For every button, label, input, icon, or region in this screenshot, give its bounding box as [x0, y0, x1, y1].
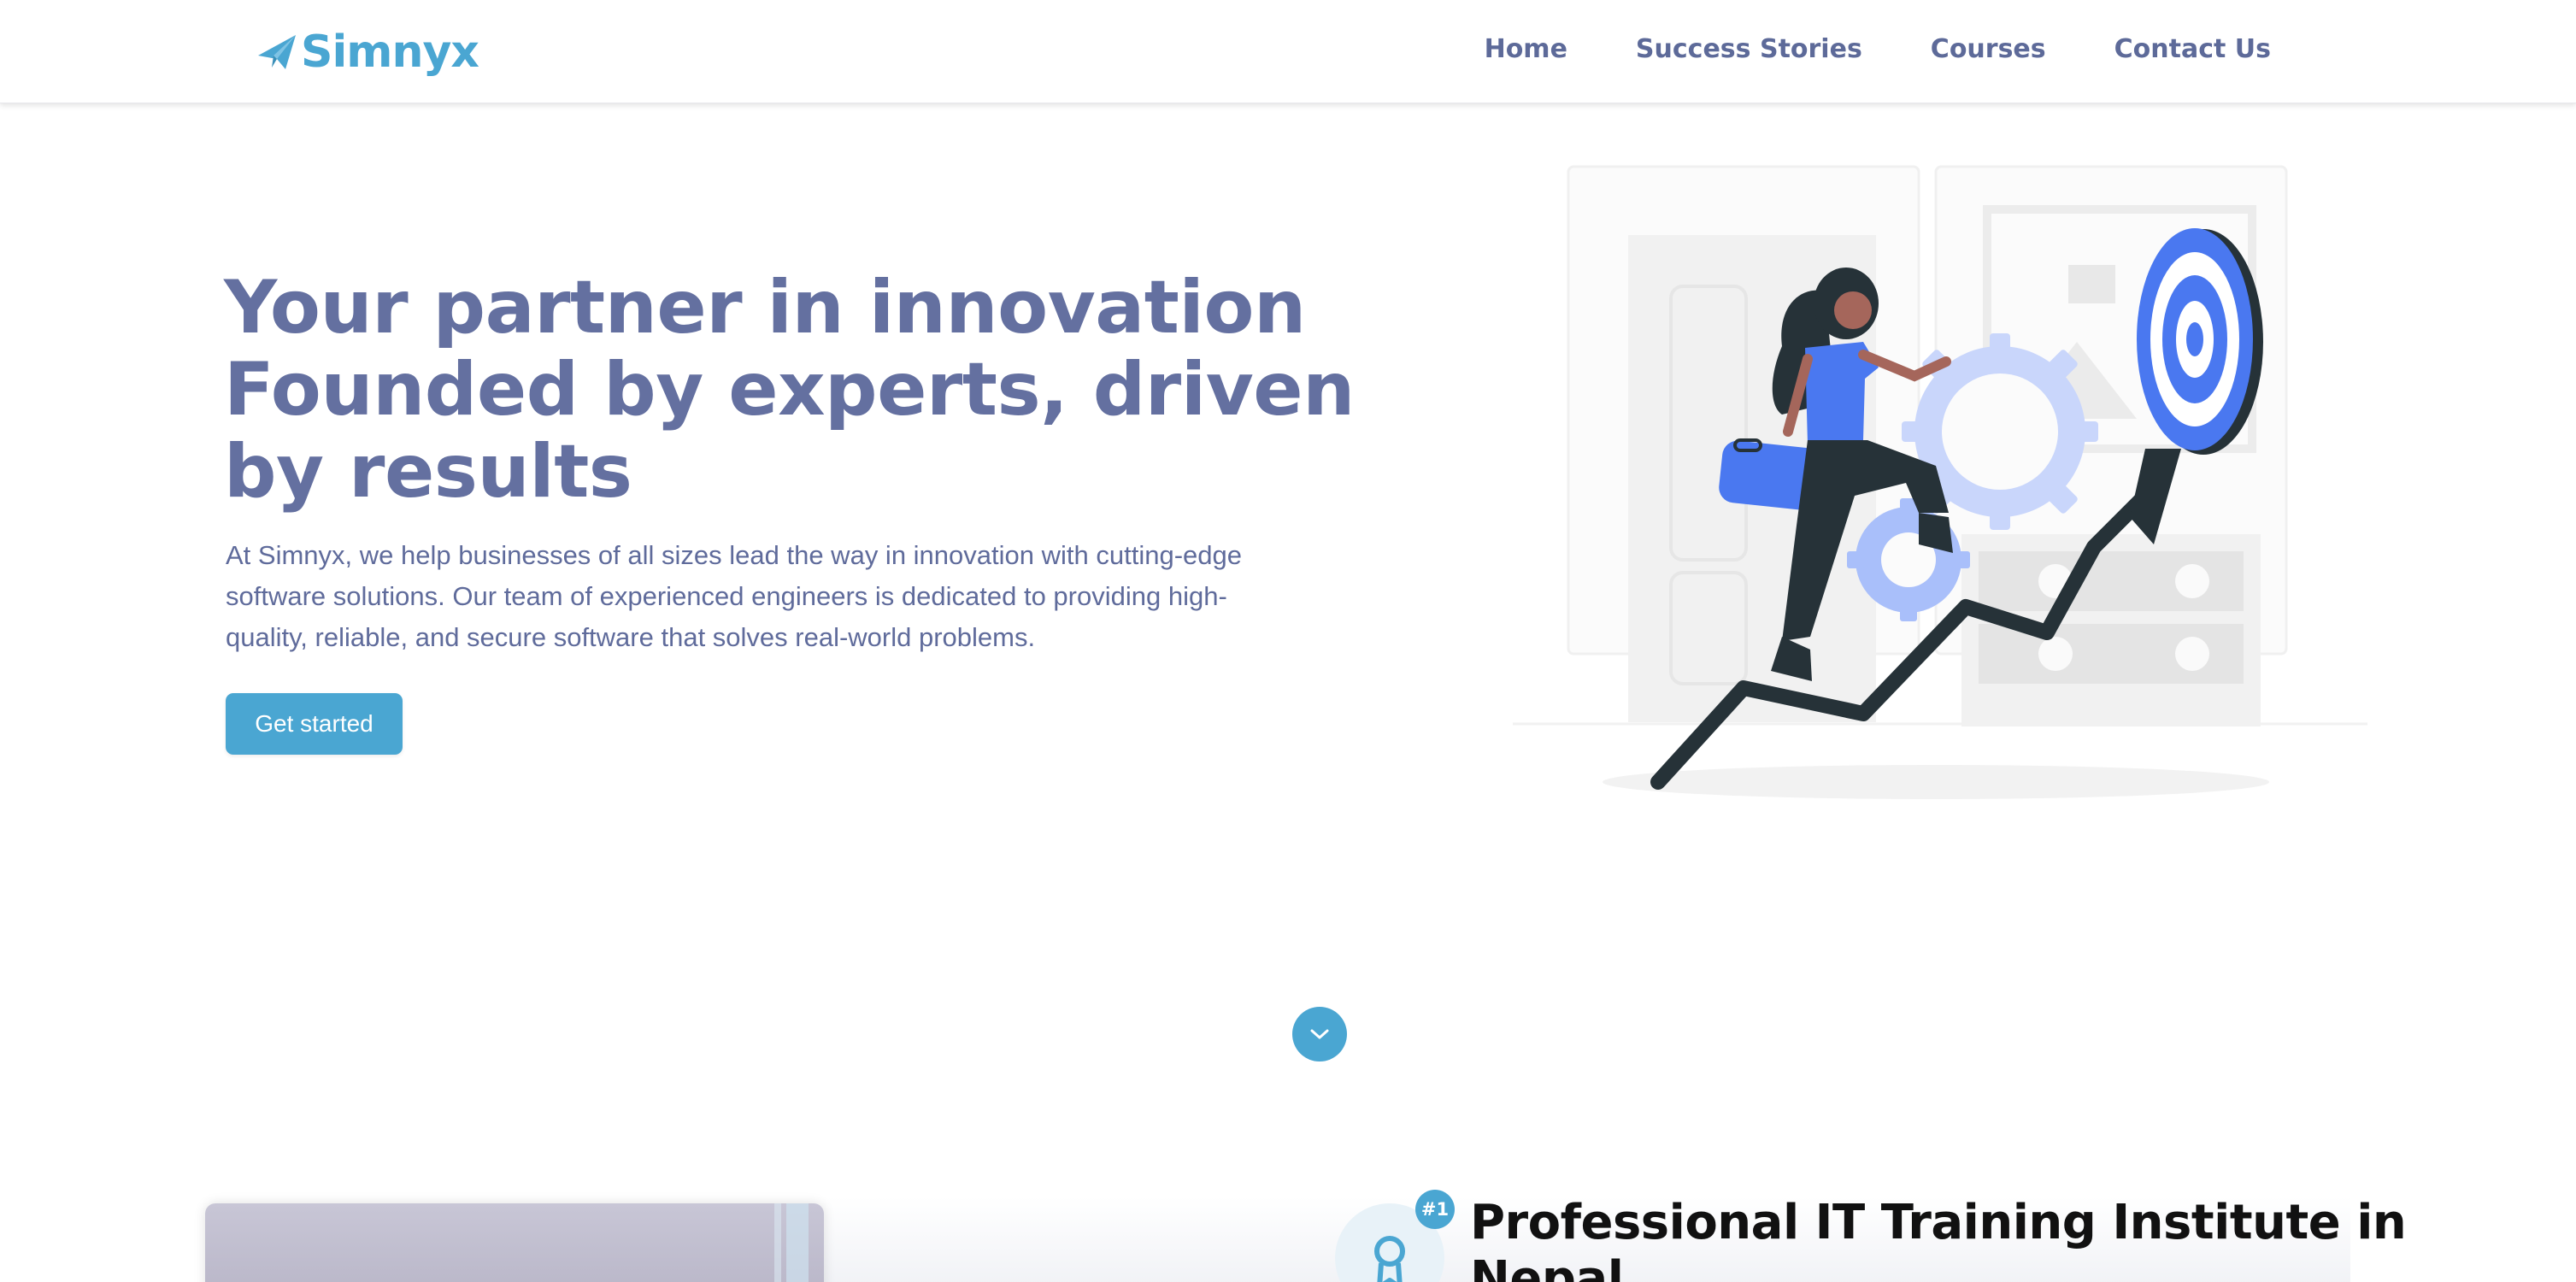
- hero-illustration: [1513, 165, 2367, 799]
- nav-home[interactable]: Home: [1485, 34, 1567, 64]
- hero-title-line: Your partner in innovation: [224, 265, 1306, 350]
- nav-contact-us[interactable]: Contact Us: [2114, 34, 2271, 64]
- section-title-line: Professional IT Training Institute in: [1470, 1195, 2407, 1250]
- hero-title: Your partner in innovation Founded by ex…: [224, 265, 1355, 515]
- hero-title-line: by results: [224, 429, 632, 515]
- navbar: Simnyx Home Success Stories Courses Cont…: [0, 0, 2576, 103]
- training-photo: [205, 1203, 824, 1282]
- nav-success-stories[interactable]: Success Stories: [1636, 34, 1862, 64]
- rank-badge: #1: [1415, 1190, 1455, 1229]
- hero-description-line: software solutions. Our team of experien…: [226, 581, 1227, 611]
- nav-courses[interactable]: Courses: [1931, 34, 2046, 64]
- section-title: Professional IT Training Institute in Ne…: [1470, 1195, 2410, 1282]
- paper-plane-icon: [258, 35, 296, 69]
- hero-title-line: Founded by experts, driven: [224, 347, 1355, 432]
- chevron-down-icon: [1310, 1029, 1329, 1039]
- photo-detail: [774, 1203, 781, 1282]
- section-title-line: Nepal: [1470, 1251, 1624, 1282]
- brand-logo[interactable]: Simnyx: [255, 24, 479, 80]
- main-nav: Home Success Stories Courses Contact Us: [1485, 26, 2271, 72]
- photo-detail: [786, 1203, 809, 1282]
- brand-name: Simnyx: [301, 26, 479, 78]
- hero-description: At Simnyx, we help businesses of all siz…: [226, 535, 1337, 658]
- get-started-button[interactable]: Get started: [226, 693, 403, 755]
- hero-description-line: At Simnyx, we help businesses of all siz…: [226, 540, 1242, 570]
- scroll-down-button[interactable]: [1292, 1007, 1347, 1061]
- hero-description-line: quality, reliable, and secure software t…: [226, 622, 1036, 652]
